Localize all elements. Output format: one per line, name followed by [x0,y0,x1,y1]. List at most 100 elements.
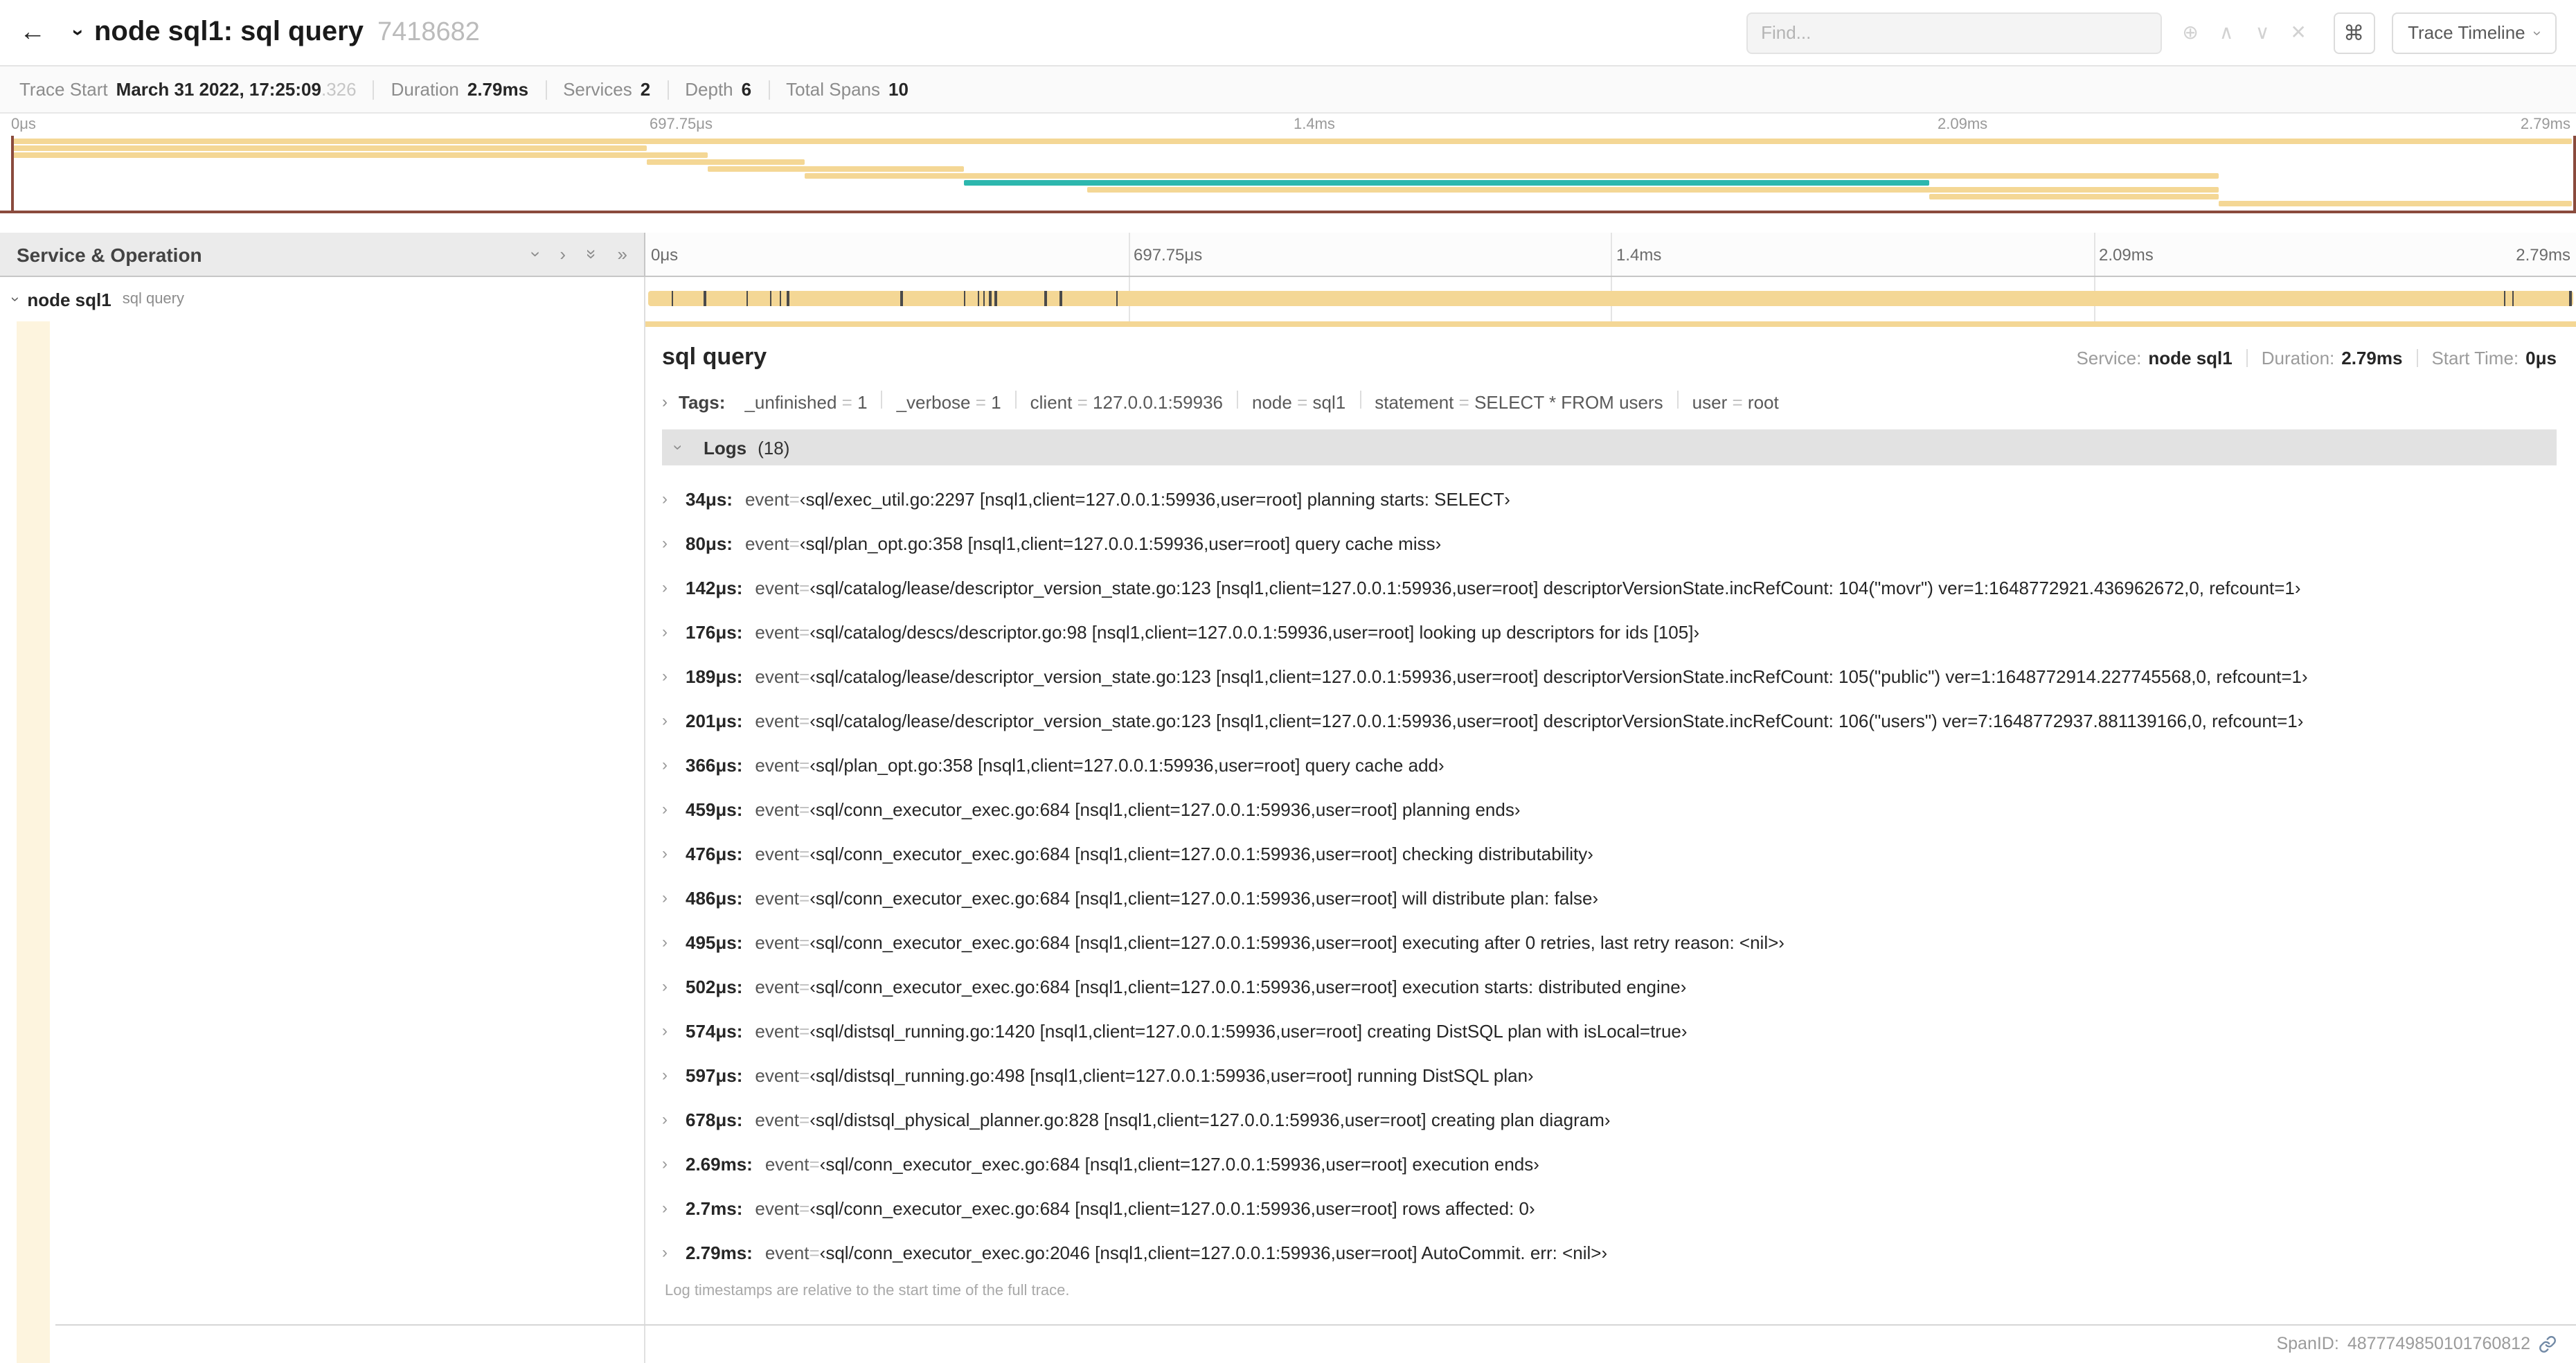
log-entry[interactable]: › 366μs: event = ‹sql/plan_opt.go:358 [nsq… [662,742,2557,787]
log-marker [1044,291,1047,306]
log-entry[interactable]: › 2.69ms: event = ‹sql/conn_executor_exec.… [662,1141,2557,1186]
trace-timeline-page: ← › node sql1: sql query 7418682 ⊕ ∧ ∨ ✕… [0,0,2576,1363]
log-marker [977,291,980,306]
tag-equals: = [970,392,992,413]
log-field-value: ‹sql/conn_executor_exec.go:684 [nsql1,cl… [810,976,1687,997]
tag-value: 127.0.0.1:59936 [1093,392,1223,413]
meta-value: 0μs [2525,348,2557,368]
log-marker [1059,291,1062,306]
log-equals: = [799,799,810,819]
log-field-key: event [755,1109,800,1130]
span-detail-thin-bar [645,321,2576,327]
log-field-key: event [755,1064,800,1085]
tag: client = 127.0.0.1:59936 [1030,392,1223,413]
log-entry[interactable]: › 459μs: event = ‹sql/conn_executor_exec.g… [662,787,2557,831]
log-timestamp: 459μs: [686,799,743,819]
span-id-label: SpanID: [2276,1334,2339,1353]
minimap-span-bar [1929,194,2219,199]
next-match-icon[interactable]: ∨ [2244,21,2280,44]
log-field-value: ‹sql/plan_opt.go:358 [nsql1,client=127.0… [810,754,1444,775]
log-field-key: event [755,843,800,864]
log-entry[interactable]: › 502μs: event = ‹sql/conn_executor_exec.g… [662,964,2557,1008]
collapse-header-chevron-icon[interactable]: › [66,29,90,36]
log-field-key: event [755,976,800,997]
chevron-right-icon: › [662,977,668,996]
trace-view-select[interactable]: Trace Timeline › [2391,12,2557,53]
minimap-span-bar [11,152,708,158]
log-marker [989,291,992,306]
chevron-right-icon: › [662,799,668,819]
tag-separator [1237,391,1238,409]
tag-equals: = [1291,392,1313,413]
log-entry[interactable]: › 495μs: event = ‹sql/conn_executor_exec.g… [662,920,2557,964]
span-collapse-chevron-icon[interactable]: › [7,296,24,301]
log-entry[interactable]: › 201μs: event = ‹sql/catalog/lease/descri… [662,698,2557,742]
log-field-value: ‹sql/catalog/lease/descriptor_version_st… [810,577,2301,598]
prev-match-icon[interactable]: ∧ [2208,21,2244,44]
log-entry[interactable]: › 176μs: event = ‹sql/catalog/descs/descri… [662,609,2557,654]
timeline-gridline [1611,233,1612,276]
meta-label: Start Time: [2431,348,2519,368]
summary-label: Total Spans [786,79,880,100]
log-marker [769,291,772,306]
log-marker [779,291,782,306]
minimap-left-scrubber[interactable] [11,136,14,211]
log-entry[interactable]: › 597μs: event = ‹sql/distsql_running.go:4… [662,1053,2557,1097]
span-detail-bottom-border [55,1324,2576,1326]
log-entry[interactable]: › 486μs: event = ‹sql/conn_executor_exec.g… [662,875,2557,920]
summary-value-muted: .326 [321,79,357,100]
log-timestamp: 574μs: [686,1020,743,1041]
clear-search-icon[interactable]: ✕ [2280,21,2316,44]
tag: _verbose = 1 [897,392,1001,413]
log-entry[interactable]: › 2.7ms: event = ‹sql/conn_executor_exec.g… [662,1186,2557,1230]
log-entry[interactable]: › 574μs: event = ‹sql/distsql_running.go:1… [662,1008,2557,1053]
link-icon[interactable] [2539,1335,2557,1353]
log-field-value: ‹sql/conn_executor_exec.go:684 [nsql1,cl… [810,1197,1535,1218]
chevron-right-icon: › [662,1154,668,1173]
log-entry[interactable]: › 2.79ms: event = ‹sql/conn_executor_exec.… [662,1230,2557,1274]
span-duration-bar[interactable] [648,291,2573,306]
collapse-one-icon[interactable]: › [560,244,566,265]
tick-label: 1.4ms [1616,245,1662,265]
log-entry[interactable]: › 34μs: event = ‹sql/exec_util.go:2297 [ns… [662,476,2557,521]
span-detail-title: sql query [662,344,767,370]
log-equals: = [799,843,810,864]
service-operation-header: Service & Operation › › » » [0,233,645,276]
log-entry[interactable]: › 476μs: event = ‹sql/conn_executor_exec.g… [662,831,2557,875]
log-field-value: ‹sql/conn_executor_exec.go:2046 [nsql1,c… [819,1242,1608,1263]
tag-equals: = [837,392,858,413]
minimap-right-scrubber[interactable] [2573,136,2576,211]
summary-value: 2.79ms [467,79,529,100]
tick-label: 0μs [651,245,679,265]
span-detail-meta: Service: node sql1 Duration: 2.79ms Start Ti… [2076,348,2557,368]
log-timestamp: 34μs: [686,488,733,509]
collapse-all-icon[interactable]: » [618,244,627,265]
logs-accordion-header[interactable]: › Logs (18) [662,429,2557,465]
locate-match-icon[interactable]: ⊕ [2172,21,2208,44]
tick-label: 2.79ms [2516,245,2570,265]
log-timestamp: 176μs: [686,621,743,642]
expand-all-icon[interactable]: » [581,249,602,259]
expand-one-icon[interactable]: › [526,251,546,258]
trace-minimap[interactable] [0,136,2576,213]
log-entry[interactable]: › 142μs: event = ‹sql/catalog/lease/descri… [662,565,2557,609]
span-row-bar-cell[interactable] [645,277,2576,321]
log-entry[interactable]: › 189μs: event = ‹sql/catalog/lease/descri… [662,654,2557,698]
log-field-key: event [744,488,789,509]
log-equals: = [789,488,800,509]
span-row-name-cell[interactable]: › node sql1 sql query [0,277,645,321]
find-input[interactable] [1746,12,2162,53]
log-field-key: event [755,577,800,598]
tags-accordion[interactable]: › Tags: _unfinished = 1 _verbose = 1 clien… [662,391,2557,413]
back-button[interactable]: ← [19,17,55,48]
summary-separator [373,80,375,99]
log-entry[interactable]: › 678μs: event = ‹sql/distsql_physical_pla… [662,1097,2557,1141]
keyboard-shortcuts-button[interactable]: ⌘ [2333,12,2375,53]
log-entry[interactable]: › 80μs: event = ‹sql/plan_opt.go:358 [nsql… [662,521,2557,565]
summary-label: Services [563,79,632,100]
span-meta-item: Service: node sql1 [2076,348,2232,368]
summary-value: 6 [741,79,752,100]
chevron-right-icon: › [662,1065,668,1085]
column-resizer[interactable] [644,321,645,1363]
log-marker [2512,291,2514,306]
